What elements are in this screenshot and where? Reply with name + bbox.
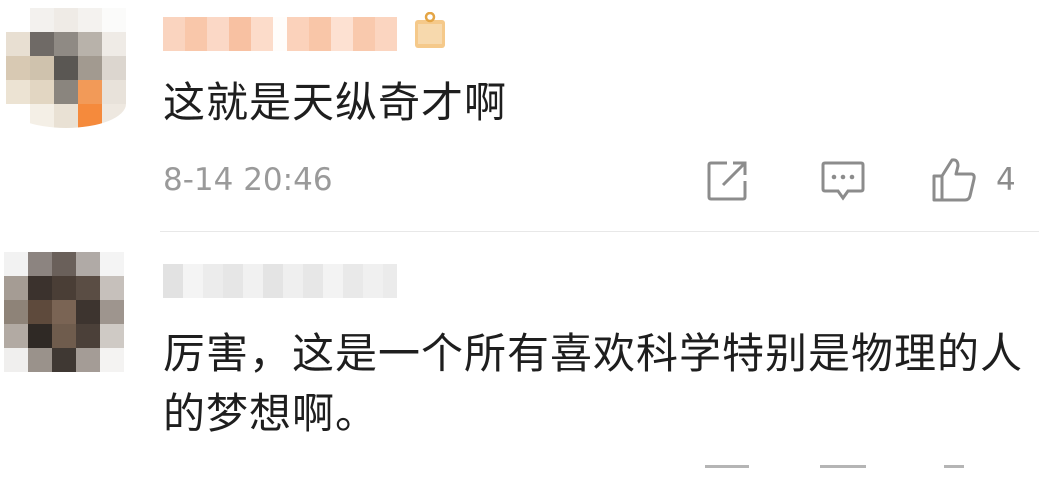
username-pixelated[interactable] — [163, 17, 397, 51]
repost-edit-icon[interactable] — [705, 465, 749, 478]
comment-actions-cutoff — [0, 462, 1039, 474]
comment-item: 这就是天纵奇才啊 8-14 20:46 4 — [0, 0, 1039, 232]
comment-timestamp: 8-14 20:46 — [163, 162, 333, 198]
reply-button[interactable] — [820, 159, 866, 203]
like-count: 4 — [996, 162, 1016, 198]
comment-bubble-icon[interactable] — [820, 465, 866, 478]
repost-edit-icon — [707, 161, 747, 201]
vip-crown-icon — [415, 12, 445, 48]
comment-item: 厉害，这是一个所有喜欢科学特别是物理的人的梦想啊。 — [0, 232, 1039, 474]
repost-button[interactable] — [705, 159, 749, 203]
like-button[interactable]: 4 — [930, 156, 1016, 204]
comment-text: 这就是天纵奇才啊 — [163, 78, 508, 127]
thumbs-up-icon — [932, 158, 976, 202]
comment-text: 厉害，这是一个所有喜欢科学特别是物理的人的梦想啊。 — [163, 329, 1024, 438]
thumbs-up-icon[interactable] — [944, 465, 964, 478]
comment-bubble-icon — [821, 161, 865, 201]
username-pixelated[interactable] — [163, 264, 397, 298]
avatar[interactable] — [4, 252, 124, 372]
avatar[interactable] — [6, 8, 126, 128]
